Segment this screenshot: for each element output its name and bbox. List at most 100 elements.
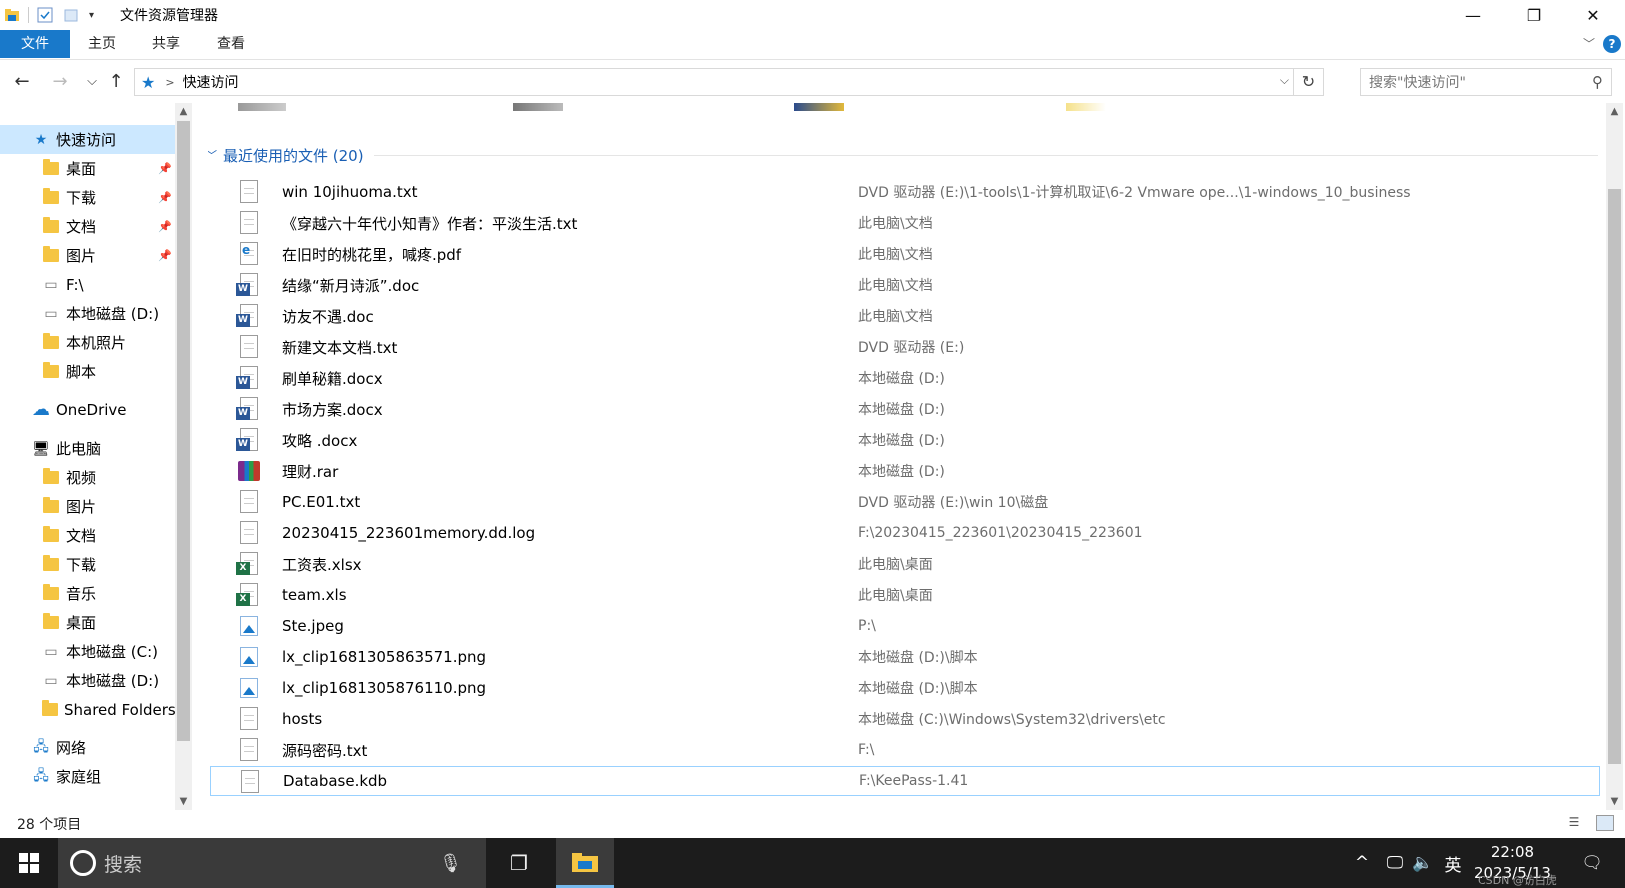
file-row[interactable]: hosts 本地磁盘 (C:)\Windows\System32\drivers\… bbox=[210, 704, 1600, 734]
file-row[interactable]: e 在旧时的桃花里，喊疼.pdf 此电脑\文档 bbox=[210, 239, 1600, 269]
file-row[interactable]: 《穿越六十年代小知青》作者：平淡生活.txt 此电脑\文档 bbox=[210, 208, 1600, 238]
search-input[interactable]: 搜索"快速访问" ⚲ bbox=[1360, 68, 1612, 96]
start-button[interactable] bbox=[0, 838, 58, 888]
word-file-icon: W bbox=[236, 304, 260, 328]
file-row[interactable]: 新建文本文档.txt DVD 驱动器 (E:) bbox=[210, 332, 1600, 362]
address-bar[interactable]: ★ > 快速访问 ⌵ ↻ bbox=[134, 68, 1324, 96]
scroll-down-arrow-icon[interactable]: ▼ bbox=[175, 793, 192, 810]
taskbar-search-box[interactable]: 搜索 🎙 bbox=[58, 838, 486, 888]
address-dropdown-icon[interactable]: ⌵ bbox=[1280, 73, 1289, 88]
star-icon: ★ bbox=[34, 131, 48, 148]
breadcrumb-quick-access[interactable]: 快速访问 bbox=[183, 72, 239, 92]
forward-button[interactable]: → bbox=[48, 70, 72, 94]
nav-item[interactable]: 本机照片 bbox=[0, 328, 175, 357]
back-button[interactable]: ← bbox=[10, 70, 34, 94]
help-icon[interactable]: ? bbox=[1603, 35, 1621, 53]
up-button[interactable]: ↑ bbox=[104, 70, 128, 94]
nav-item[interactable]: 下载 📌 bbox=[0, 183, 175, 212]
group-collapse-chevron-icon[interactable]: ﹀ bbox=[208, 147, 217, 163]
show-hidden-icons-chevron-icon[interactable]: ^ bbox=[1350, 838, 1374, 888]
nav-item[interactable]: ★ 快速访问 bbox=[0, 125, 175, 154]
file-row[interactable]: W 刷单秘籍.docx 本地磁盘 (D:) bbox=[210, 363, 1600, 393]
nav-item[interactable]: ▭ F:\ bbox=[0, 270, 175, 299]
nav-item[interactable]: ☁ OneDrive bbox=[0, 395, 175, 424]
frequent-folder-thumbnail[interactable] bbox=[238, 103, 286, 111]
details-view-icon[interactable]: ☰ bbox=[1565, 815, 1583, 831]
nav-item[interactable]: 🖥 此电脑 bbox=[0, 434, 175, 463]
nav-item[interactable]: 图片 bbox=[0, 492, 175, 521]
file-row[interactable]: W 访友不遇.doc 此电脑\文档 bbox=[210, 301, 1600, 331]
notifications-icon[interactable]: 🗨 bbox=[1572, 838, 1612, 888]
nav-item[interactable]: 桌面 bbox=[0, 608, 175, 637]
tab-view[interactable]: 查看 bbox=[203, 30, 259, 58]
file-row[interactable]: W 攻略 .docx 本地磁盘 (D:) bbox=[210, 425, 1600, 455]
nav-item[interactable]: 🖧 网络 bbox=[0, 733, 175, 762]
file-row[interactable]: lx_clip1681305876110.png 本地磁盘 (D:)\脚本 bbox=[210, 673, 1600, 703]
nav-item[interactable]: 图片 📌 bbox=[0, 241, 175, 270]
volume-muted-icon[interactable]: 🔈 bbox=[1410, 838, 1436, 888]
file-row[interactable]: W 结缘“新月诗派”.doc 此电脑\文档 bbox=[210, 270, 1600, 300]
recent-locations-dropdown[interactable]: ⌵ bbox=[80, 70, 104, 94]
nav-item[interactable]: 音乐 bbox=[0, 579, 175, 608]
nav-item[interactable]: ▭ 本地磁盘 (D:) bbox=[0, 299, 175, 328]
file-explorer-taskbar-icon[interactable] bbox=[556, 838, 614, 888]
nav-item[interactable]: 🖧 家庭组 bbox=[0, 762, 175, 791]
nav-item[interactable]: ▭ 本地磁盘 (C:) bbox=[0, 637, 175, 666]
frequent-folder-thumbnail[interactable] bbox=[1066, 103, 1106, 111]
scroll-down-arrow-icon[interactable]: ▼ bbox=[1606, 793, 1623, 810]
large-icons-view-icon[interactable] bbox=[1596, 815, 1614, 831]
nav-item[interactable]: 桌面 📌 bbox=[0, 154, 175, 183]
file-row[interactable]: 理财.rar 本地磁盘 (D:) bbox=[210, 456, 1600, 486]
expand-ribbon-chevron-icon[interactable]: ﹀ bbox=[1583, 35, 1595, 52]
file-row[interactable]: lx_clip1681305863571.png 本地磁盘 (D:)\脚本 bbox=[210, 642, 1600, 672]
nav-item[interactable]: 视频 bbox=[0, 463, 175, 492]
file-location: 此电脑\文档 bbox=[858, 216, 933, 232]
file-list-scrollbar[interactable]: ▲ ▼ bbox=[1606, 103, 1623, 810]
nav-item[interactable]: 下载 bbox=[0, 550, 175, 579]
close-button[interactable]: ✕ bbox=[1570, 0, 1616, 30]
nav-item[interactable]: ▭ 本地磁盘 (D:) bbox=[0, 666, 175, 695]
properties-icon[interactable] bbox=[37, 7, 53, 23]
nav-item[interactable]: 文档 bbox=[0, 521, 175, 550]
breadcrumb-separator-icon[interactable]: > bbox=[165, 76, 174, 89]
document-glyph bbox=[240, 707, 258, 730]
nav-item[interactable]: 脚本 bbox=[0, 357, 175, 386]
file-row[interactable]: win 10jihuoma.txt DVD 驱动器 (E:)\1-tools\1-… bbox=[210, 177, 1600, 207]
file-row[interactable]: X 工资表.xlsx 此电脑\桌面 bbox=[210, 549, 1600, 579]
network-status-icon[interactable]: 🖵 bbox=[1382, 838, 1408, 888]
frequent-folder-thumbnail[interactable] bbox=[794, 103, 844, 111]
scroll-up-arrow-icon[interactable]: ▲ bbox=[175, 103, 192, 120]
frequent-folder-thumbnail[interactable] bbox=[513, 103, 563, 111]
tab-home[interactable]: 主页 bbox=[74, 30, 130, 58]
file-row[interactable]: 20230415_223601memory.dd.log F:\20230415_… bbox=[210, 518, 1600, 548]
tab-file[interactable]: 文件 bbox=[0, 30, 70, 58]
task-view-icon[interactable]: ❐ bbox=[490, 838, 548, 888]
new-folder-icon[interactable] bbox=[63, 7, 79, 23]
file-list-scroll-thumb[interactable] bbox=[1608, 189, 1621, 764]
minimize-button[interactable]: — bbox=[1450, 0, 1496, 30]
scroll-up-arrow-icon[interactable]: ▲ bbox=[1606, 103, 1623, 120]
navigation-pane-scrollbar[interactable]: ▲ ▼ bbox=[175, 103, 192, 810]
file-location: 本地磁盘 (D:)\脚本 bbox=[858, 681, 978, 697]
recent-files-group-header[interactable]: ﹀ 最近使用的文件 (20) bbox=[208, 145, 1598, 165]
navigation-scroll-thumb[interactable] bbox=[177, 121, 190, 741]
file-row[interactable]: W 市场方案.docx 本地磁盘 (D:) bbox=[210, 394, 1600, 424]
customize-toolbar-dropdown[interactable]: ▾ bbox=[89, 10, 94, 21]
tab-share[interactable]: 共享 bbox=[138, 30, 194, 58]
file-row[interactable]: Xteam.xls 此电脑\桌面 bbox=[210, 580, 1600, 610]
file-row[interactable]: Ste.jpeg P:\ bbox=[210, 611, 1600, 641]
refresh-button[interactable]: ↻ bbox=[1293, 69, 1323, 95]
maximize-button[interactable]: ❐ bbox=[1511, 0, 1557, 30]
quick-access-toolbar: ▾ bbox=[4, 4, 94, 26]
folder-glyph bbox=[43, 526, 59, 542]
microphone-icon[interactable]: 🎙 bbox=[439, 853, 462, 874]
file-row[interactable]: Database.kdb F:\KeePass-1.41 bbox=[210, 766, 1600, 796]
file-row[interactable]: PC.E01.txt DVD 驱动器 (E:)\win 10\磁盘 bbox=[210, 487, 1600, 517]
cortana-icon[interactable] bbox=[70, 850, 96, 876]
file-row[interactable]: 源码密码.txt F:\ bbox=[210, 735, 1600, 765]
nav-item[interactable]: Shared Folders bbox=[0, 695, 176, 724]
documents-folder-icon bbox=[42, 217, 60, 236]
search-icon[interactable]: ⚲ bbox=[1592, 73, 1603, 91]
nav-item[interactable]: 文档 📌 bbox=[0, 212, 175, 241]
input-method-indicator[interactable]: 英 bbox=[1440, 838, 1466, 888]
